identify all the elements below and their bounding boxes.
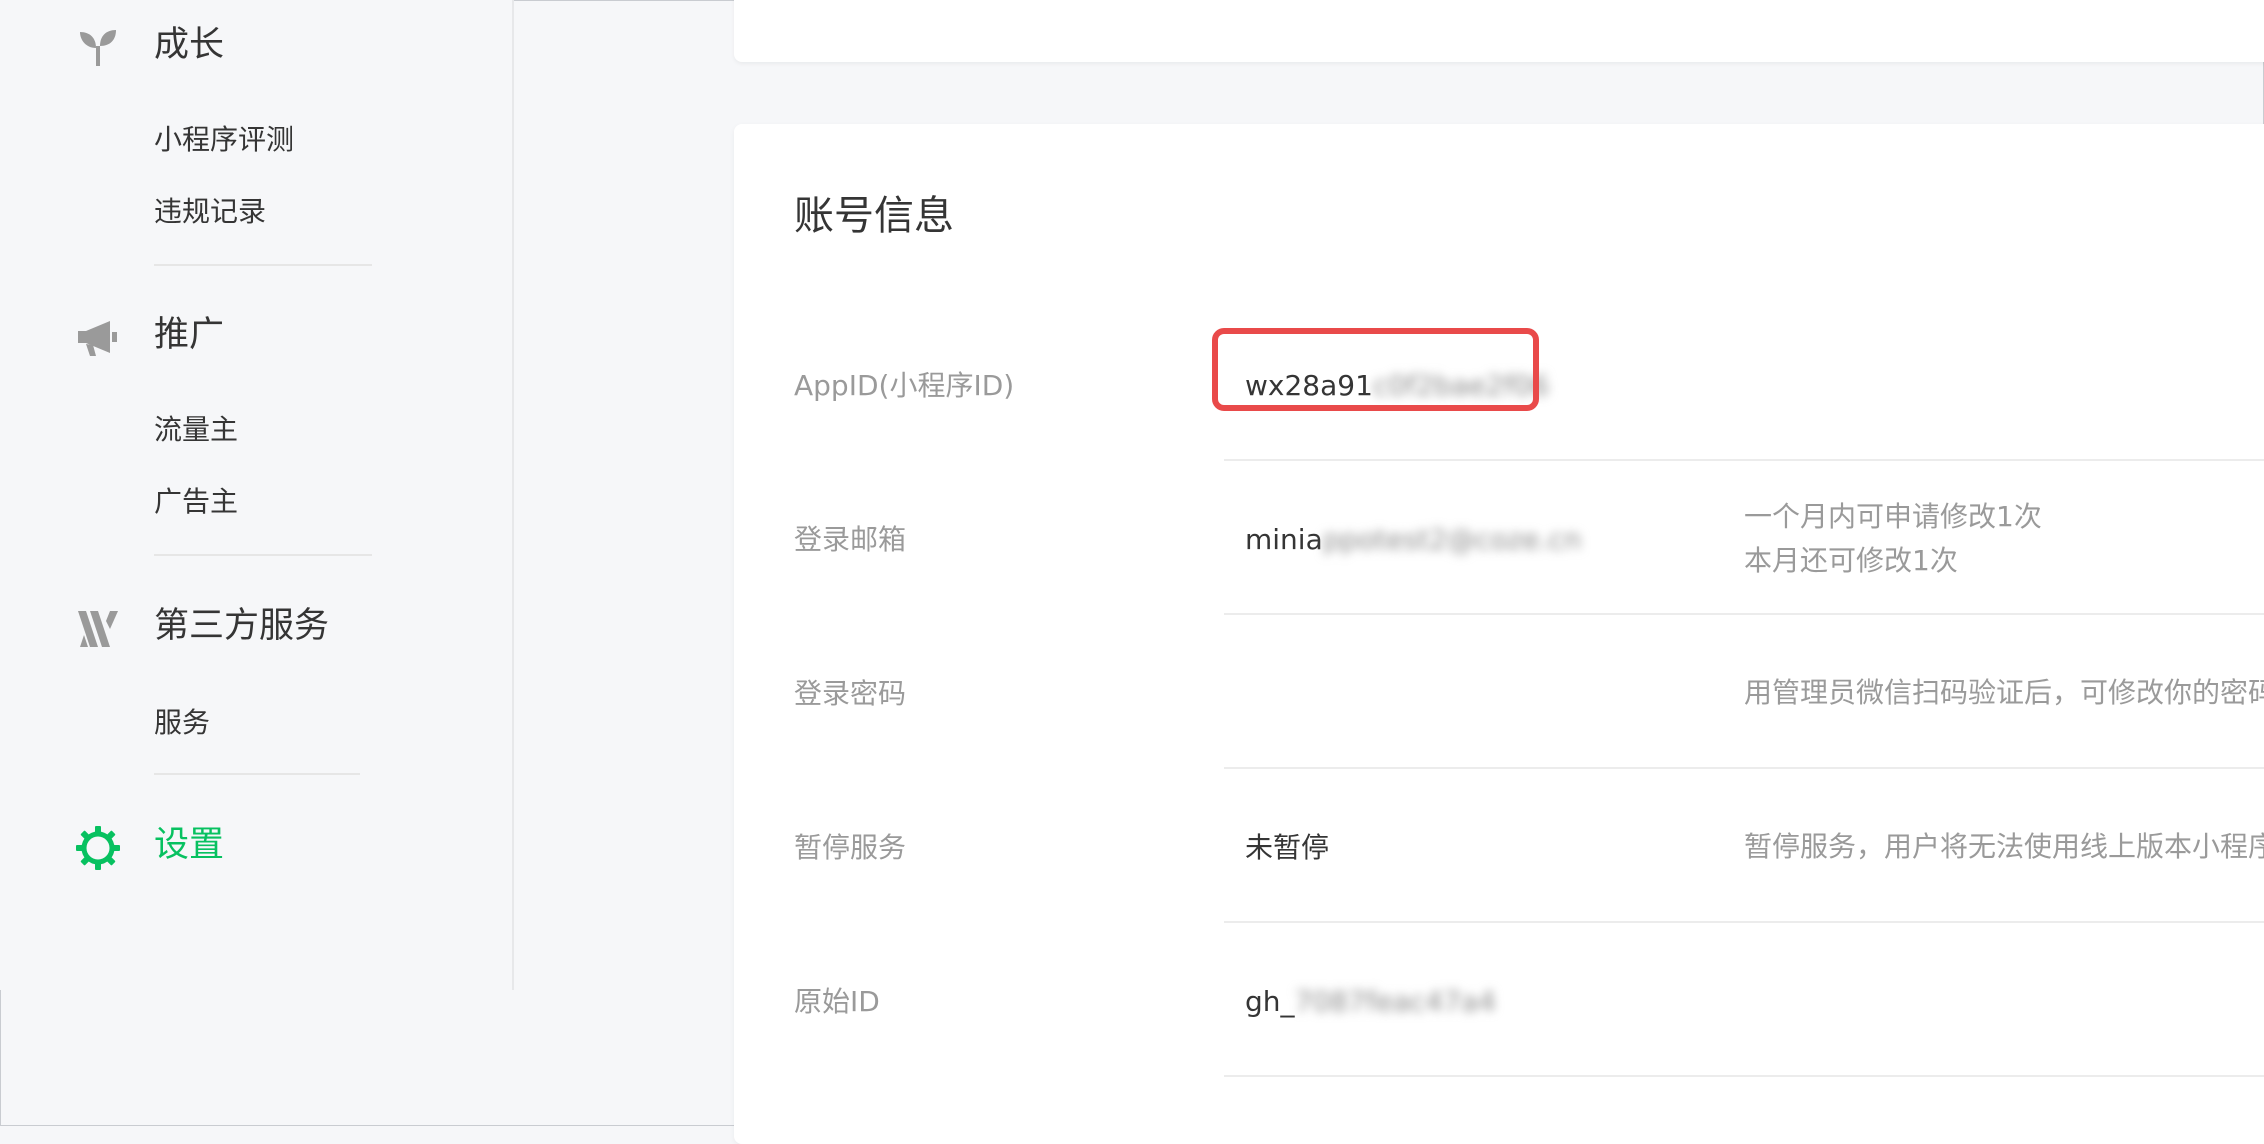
pause-service-label: 暂停服务 <box>794 831 907 864</box>
sidebar-item-traffic-owner[interactable]: 流量主 <box>154 410 238 450</box>
sidebar-group-header[interactable]: 第三方服务 <box>0 597 512 657</box>
sidebar-group-title: 推广 <box>154 315 225 355</box>
password-label: 登录密码 <box>794 677 907 710</box>
row-divider <box>1224 767 2264 769</box>
sidebar-group-title: 设置 <box>154 825 225 865</box>
sidebar-divider <box>154 773 360 775</box>
row-divider <box>1224 459 2264 461</box>
original-id-label: 原始ID <box>794 985 880 1018</box>
sidebar-nav: 成长 小程序评测 违规记录 推广 流量主 广告主 第三方服务 服务 设置 <box>0 0 514 990</box>
appid-label: AppID(小程序ID) <box>794 369 1015 402</box>
gear-icon <box>76 826 120 870</box>
sidebar-group-header[interactable]: 设置 <box>0 816 512 876</box>
sidebar-item-violation-record[interactable]: 违规记录 <box>154 192 266 232</box>
original-id-value: gh_7087feac47a4 <box>1245 982 1496 1022</box>
email-label: 登录邮箱 <box>794 523 907 556</box>
sidebar-group-header[interactable]: 推广 <box>0 306 512 366</box>
pause-service-note: 暂停服务，用户将无法使用线上版本小程序 <box>1744 830 2264 863</box>
megaphone-icon <box>76 316 120 360</box>
email-value: miniappotest2@coze.cn <box>1245 520 1582 560</box>
sidebar-group-title: 成长 <box>154 25 225 65</box>
appid-highlight-box <box>1212 328 1539 411</box>
original-id-blurred: 7087feac47a4 <box>1294 985 1497 1018</box>
sidebar-item-mini-program-review[interactable]: 小程序评测 <box>154 120 294 160</box>
original-id-visible: gh_ <box>1245 985 1295 1018</box>
email-note-1: 一个月内可申请修改1次 <box>1744 500 2042 533</box>
sidebar-item-advertiser[interactable]: 广告主 <box>154 482 238 522</box>
sidebar-group-header[interactable]: 成长 <box>0 16 512 76</box>
pause-service-value: 未暂停 <box>1245 831 1330 864</box>
row-divider <box>1224 921 2264 923</box>
email-note-2: 本月还可修改1次 <box>1744 544 1958 577</box>
email-blurred: ppotest2@coze.cn <box>1322 523 1582 556</box>
email-visible: minia <box>1245 523 1323 556</box>
row-divider <box>1224 613 2264 615</box>
sidebar-divider <box>154 264 372 266</box>
sprout-icon <box>76 26 120 70</box>
account-info-card: 账号信息 AppID(小程序ID) wx28a91c0f2bae2f06 登录邮… <box>734 124 2264 1144</box>
row-divider <box>1224 1075 2264 1077</box>
sidebar-divider <box>154 554 372 556</box>
third-party-icon <box>76 607 120 651</box>
password-note: 用管理员微信扫码验证后，可修改你的密码 <box>1744 676 2264 709</box>
sidebar-item-service[interactable]: 服务 <box>154 703 210 743</box>
top-card <box>734 0 2264 62</box>
page-title: 账号信息 <box>794 193 954 239</box>
sidebar-group-title: 第三方服务 <box>154 606 330 646</box>
